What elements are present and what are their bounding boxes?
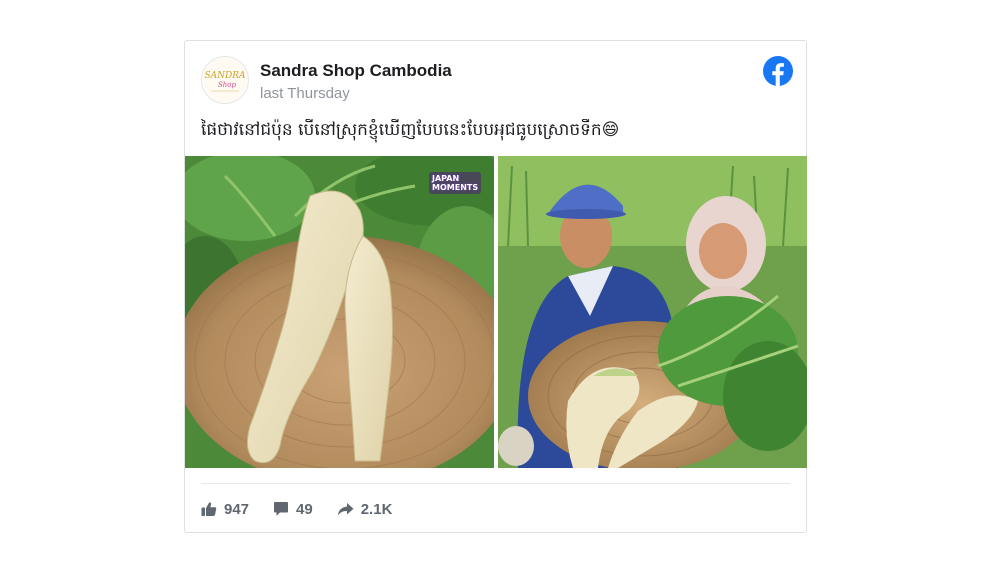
- farmers-couple-illustration: [498, 156, 807, 468]
- sandra-shop-logo-icon: SANDRA Shop: [202, 57, 248, 103]
- comment-icon: [274, 502, 289, 516]
- facebook-post-card: SANDRA Shop Sandra Shop Cambodia last Th…: [184, 40, 807, 533]
- radish-legs-illustration: [185, 156, 494, 468]
- shares-count: 2.1K: [360, 500, 393, 518]
- engagement-stats: 947 49 2.1K: [201, 499, 416, 519]
- page-avatar[interactable]: SANDRA Shop: [201, 56, 249, 104]
- page-name-link[interactable]: Sandra Shop Cambodia: [260, 61, 452, 81]
- watermark-line-1: JAPAN: [432, 174, 460, 183]
- likes-stat[interactable]: 947: [201, 501, 249, 518]
- comments-stat[interactable]: 49: [273, 501, 313, 518]
- stats-divider: [201, 483, 790, 484]
- shares-stat[interactable]: 2.1K: [337, 500, 393, 518]
- post-timestamp[interactable]: last Thursday: [260, 85, 350, 102]
- watermark-line-2: MOMENTS: [432, 183, 479, 192]
- photo-watermark: JAPAN MOMENTS: [429, 172, 481, 194]
- facebook-icon[interactable]: [763, 56, 793, 86]
- svg-text:SANDRA: SANDRA: [204, 71, 246, 81]
- likes-count: 947: [224, 500, 250, 518]
- thumbs-up-icon: [201, 502, 217, 516]
- post-photo-right[interactable]: [498, 156, 807, 468]
- post-caption: ផៃថាវនៅជប៉ុន បើនៅស្រុកខ្ញុំឃើញបែបនេះបែបអ…: [201, 120, 620, 140]
- svg-text:Shop: Shop: [218, 81, 237, 89]
- share-arrow-icon: [337, 503, 354, 516]
- comments-count: 49: [296, 500, 313, 518]
- post-photo-left[interactable]: JAPAN MOMENTS: [185, 156, 494, 468]
